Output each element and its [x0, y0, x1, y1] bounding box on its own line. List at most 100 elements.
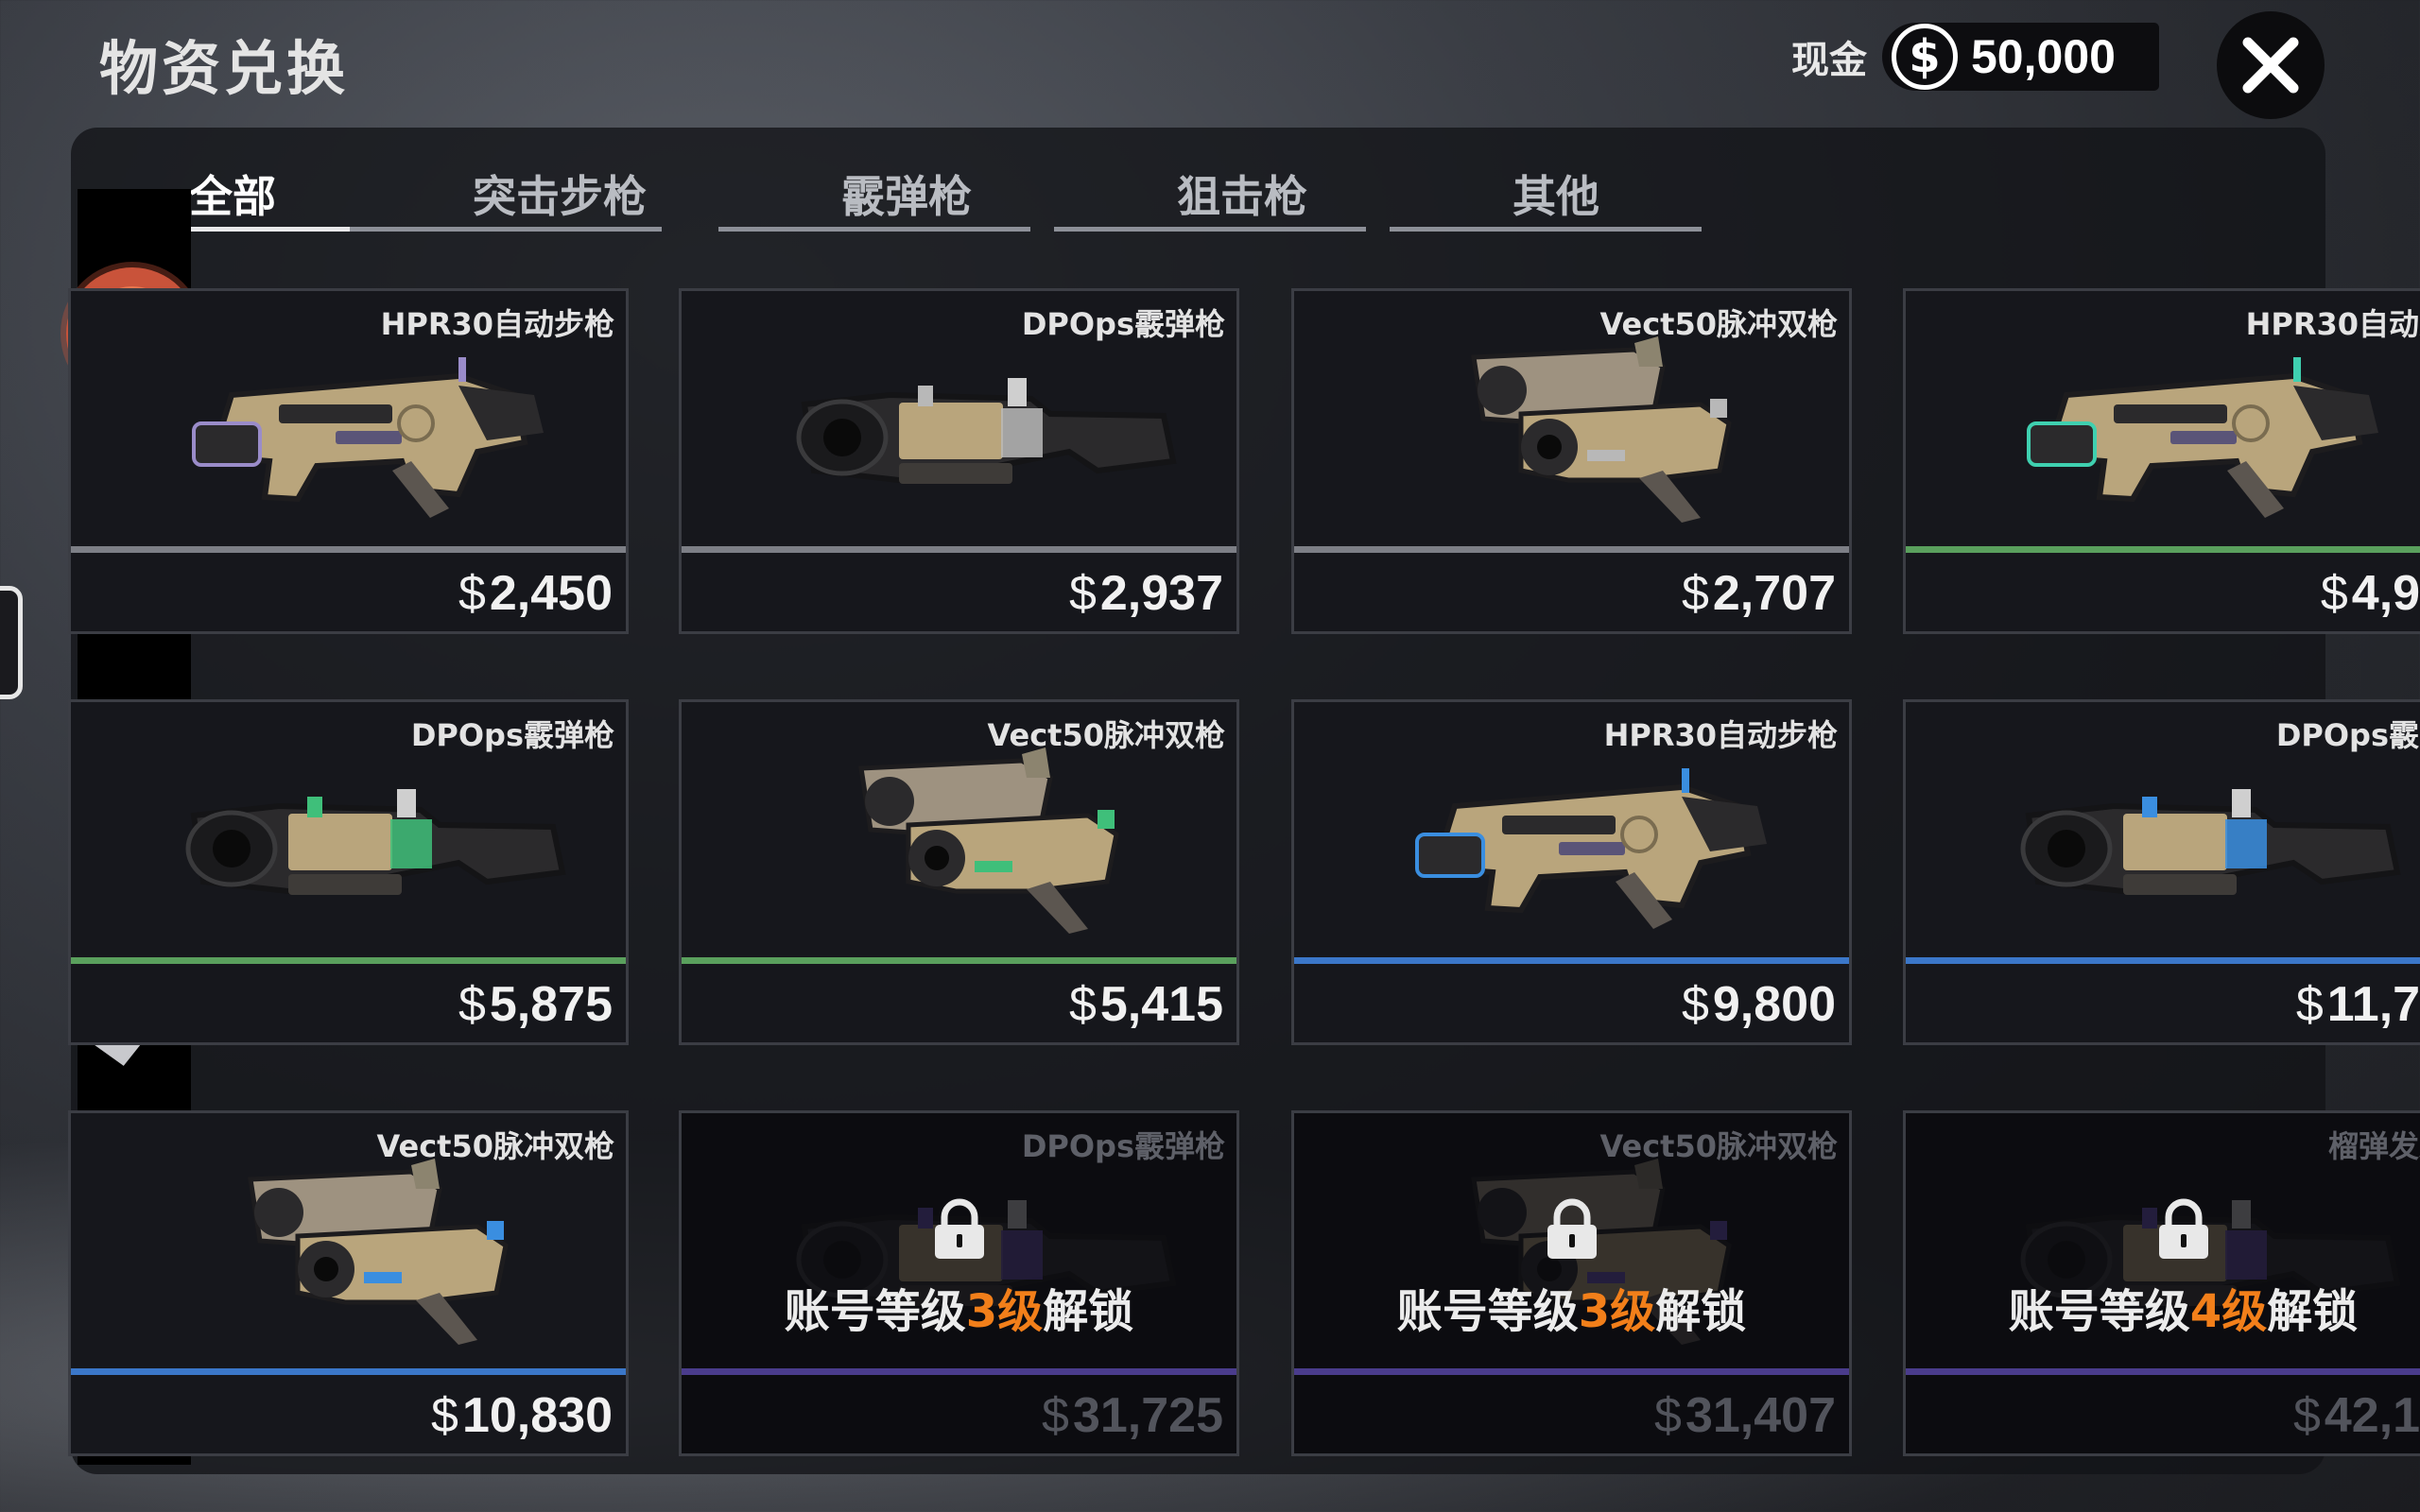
cash-label: 现金 — [1791, 39, 1867, 82]
price-value: 9,800 — [1712, 977, 1836, 1032]
item-price: $2,707 — [1682, 565, 1836, 622]
currency-symbol: $ — [458, 977, 486, 1032]
item-name: 榴弹发射 — [2327, 1128, 2420, 1164]
tab-label: 全部 — [189, 171, 276, 222]
weapon-image — [1398, 329, 1795, 527]
item-name: DPOps霰弹枪 — [1021, 1128, 1225, 1164]
price-value: 31,407 — [1685, 1388, 1836, 1443]
rarity-bar — [1906, 957, 2420, 964]
drawer-handle[interactable] — [0, 586, 23, 699]
unlock-level: 4级 — [2189, 1285, 2268, 1338]
price-value: 2,450 — [489, 566, 613, 621]
rarity-bar — [1294, 546, 1849, 553]
item-price: $5,875 — [458, 976, 613, 1033]
price-value: 2,707 — [1712, 566, 1836, 621]
currency-symbol: $ — [1681, 977, 1709, 1032]
rarity-bar — [1906, 1368, 2420, 1375]
item-price: $31,725 — [1042, 1387, 1223, 1444]
rarity-bar — [1294, 957, 1849, 964]
rarity-bar — [1906, 546, 2420, 553]
item-name: Vect50脉冲双枪 — [1599, 1128, 1838, 1164]
category-tabs: 全部 突击步枪 霰弹枪 狙击枪 其他 — [189, 156, 1749, 241]
price-value: 5,415 — [1099, 977, 1223, 1032]
tab-4[interactable]: 其他 — [1390, 156, 1716, 232]
item-card[interactable]: DPOps霰弹枪 $31,725 账号等级3级解锁 — [679, 1110, 1239, 1456]
currency-symbol: $ — [1042, 1388, 1069, 1443]
item-card[interactable]: 榴弹发射 $42,10 账号等级4级解锁 — [1903, 1110, 2420, 1456]
tab-underline — [718, 227, 1030, 232]
lock-icon — [1547, 1198, 1597, 1259]
lock-icon — [2158, 1198, 2208, 1259]
weapon-image — [786, 740, 1183, 938]
rarity-bar — [71, 1368, 626, 1375]
tab-underline — [350, 227, 662, 232]
tab-2[interactable]: 霰弹枪 — [718, 156, 1045, 232]
tab-label: 狙击枪 — [1177, 171, 1307, 222]
tab-1[interactable]: 突击步枪 — [350, 156, 676, 232]
item-card[interactable]: Vect50脉冲双枪 $31,407 账号等级3级解锁 — [1291, 1110, 1852, 1456]
unlock-prefix: 账号等级 — [2008, 1285, 2190, 1338]
close-icon — [2242, 37, 2299, 94]
tab-label: 霰弹枪 — [841, 171, 972, 222]
unlock-prefix: 账号等级 — [1396, 1285, 1579, 1338]
price-value: 2,937 — [1099, 566, 1223, 621]
currency-symbol: $ — [458, 566, 486, 621]
price-value: 11,75 — [2326, 977, 2420, 1032]
rarity-bar — [682, 1368, 1236, 1375]
unlock-level: 3级 — [965, 1285, 1044, 1338]
item-card[interactable]: Vect50脉冲双枪 $5,415 — [679, 699, 1239, 1045]
item-card[interactable]: HPR30自动步 $4,90 — [1903, 288, 2420, 634]
item-card[interactable]: DPOps霰弹枪 $5,875 — [68, 699, 629, 1045]
rarity-bar — [1294, 1368, 1849, 1375]
item-price: $4,90 — [2321, 565, 2420, 622]
item-name: DPOps霰弹枪 — [1021, 306, 1225, 342]
close-button[interactable] — [2217, 11, 2325, 119]
currency-symbol: $ — [2320, 566, 2348, 621]
item-name: HPR30自动步枪 — [1603, 717, 1838, 753]
tab-label: 突击步枪 — [473, 171, 647, 222]
tab-label: 其他 — [1512, 171, 1599, 222]
unlock-suffix: 解锁 — [1655, 1285, 1747, 1338]
unlock-prefix: 账号等级 — [784, 1285, 966, 1338]
item-card[interactable]: DPOps霰弹 $11,75 — [1903, 699, 2420, 1045]
item-name: DPOps霰弹枪 — [410, 717, 614, 753]
lock-overlay: 账号等级3级解锁 — [682, 1198, 1236, 1340]
tab-3[interactable]: 狙击枪 — [1054, 156, 1380, 232]
rarity-bar — [71, 546, 626, 553]
currency-symbol: $ — [431, 1388, 458, 1443]
item-card[interactable]: HPR30自动步枪 $9,800 — [1291, 699, 1852, 1045]
price-value: 10,830 — [461, 1388, 613, 1443]
unlock-suffix: 解锁 — [2267, 1285, 2359, 1338]
lock-overlay: 账号等级3级解锁 — [1294, 1198, 1849, 1340]
cash-value: 50,000 — [1971, 30, 2116, 83]
item-name: Vect50脉冲双枪 — [376, 1128, 614, 1164]
lock-overlay: 账号等级4级解锁 — [1906, 1198, 2420, 1340]
weapon-image — [175, 329, 572, 527]
rarity-bar — [71, 957, 626, 964]
rarity-bar — [682, 546, 1236, 553]
currency-symbol: $ — [2292, 1388, 2321, 1443]
item-price: $10,830 — [431, 1387, 613, 1444]
weapon-image — [175, 740, 572, 938]
item-card[interactable]: Vect50脉冲双枪 $10,830 — [68, 1110, 629, 1456]
item-name: Vect50脉冲双枪 — [1599, 306, 1838, 342]
weapon-image — [2010, 329, 2407, 527]
weapon-image — [175, 1151, 572, 1349]
item-card[interactable]: DPOps霰弹枪 $2,937 — [679, 288, 1239, 634]
unlock-requirement: 账号等级3级解锁 — [1294, 1274, 1849, 1340]
item-price: $31,407 — [1654, 1387, 1836, 1444]
unlock-level: 3级 — [1578, 1285, 1656, 1338]
item-name: HPR30自动步枪 — [380, 306, 614, 342]
weapon-image — [786, 329, 1183, 527]
item-price: $42,10 — [2293, 1387, 2420, 1444]
tab-underline — [1390, 227, 1702, 232]
currency-symbol: $ — [1654, 1388, 1682, 1443]
item-card[interactable]: HPR30自动步枪 $2,450 — [68, 288, 629, 634]
item-name: DPOps霰弹 — [2275, 717, 2420, 753]
item-price: $2,450 — [458, 565, 613, 622]
unlock-requirement: 账号等级4级解锁 — [1906, 1274, 2420, 1340]
item-card[interactable]: Vect50脉冲双枪 $2,707 — [1291, 288, 1852, 634]
price-value: 31,725 — [1072, 1388, 1223, 1443]
price-value: 42,10 — [2324, 1388, 2420, 1443]
weapon-image — [1398, 740, 1795, 938]
